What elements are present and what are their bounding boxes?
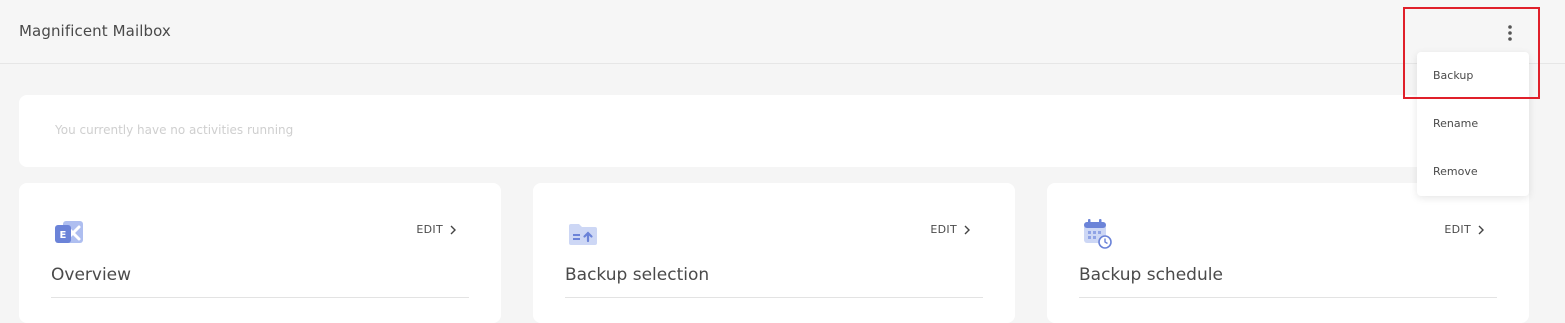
chevron-right-icon: [964, 225, 970, 234]
backup-schedule-edit-link[interactable]: EDIT: [1444, 223, 1485, 236]
top-bar: Magnificent Mailbox: [0, 0, 1565, 64]
page-title: Magnificent Mailbox: [19, 22, 171, 40]
divider: [1079, 297, 1497, 298]
exchange-icon: E: [53, 217, 85, 249]
backup-selection-edit-link[interactable]: EDIT: [930, 223, 971, 236]
edit-label: EDIT: [1444, 223, 1471, 236]
card-title: Overview: [51, 265, 132, 285]
svg-text:E: E: [60, 230, 67, 241]
activity-panel: You currently have no activities running: [19, 95, 1529, 167]
folder-upload-icon: [567, 217, 599, 249]
chevron-right-icon: [1478, 225, 1484, 234]
menu-item-rename[interactable]: Rename: [1433, 117, 1478, 130]
chevron-right-icon: [450, 225, 456, 234]
activity-message: You currently have no activities running: [55, 123, 294, 137]
edit-label: EDIT: [416, 223, 443, 236]
card-title: Backup schedule: [1079, 265, 1223, 285]
card-title: Backup selection: [565, 265, 710, 285]
overview-card: E EDIT Overview: [19, 183, 501, 323]
calendar-clock-icon: [1081, 217, 1113, 249]
divider: [51, 297, 469, 298]
backup-selection-card: EDIT Backup selection: [533, 183, 1015, 323]
divider: [565, 297, 983, 298]
backup-schedule-card: EDIT Backup schedule: [1047, 183, 1529, 323]
highlight-box: [1403, 7, 1540, 99]
menu-item-remove[interactable]: Remove: [1433, 165, 1478, 178]
edit-label: EDIT: [930, 223, 957, 236]
overview-edit-link[interactable]: EDIT: [416, 223, 457, 236]
